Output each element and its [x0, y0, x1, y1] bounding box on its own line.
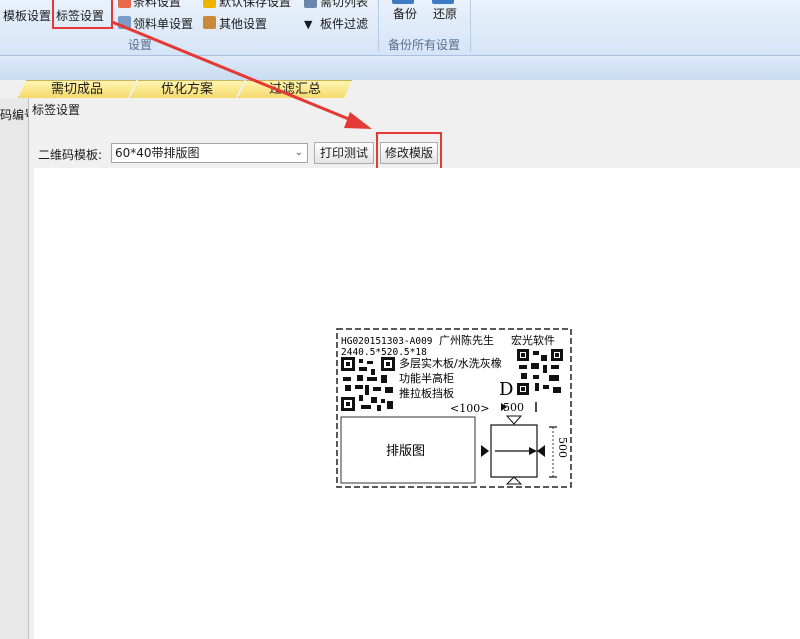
annotation-arrow	[111, 20, 372, 129]
annotation-arrow-line	[111, 20, 357, 124]
arrow-head-icon	[344, 112, 372, 129]
